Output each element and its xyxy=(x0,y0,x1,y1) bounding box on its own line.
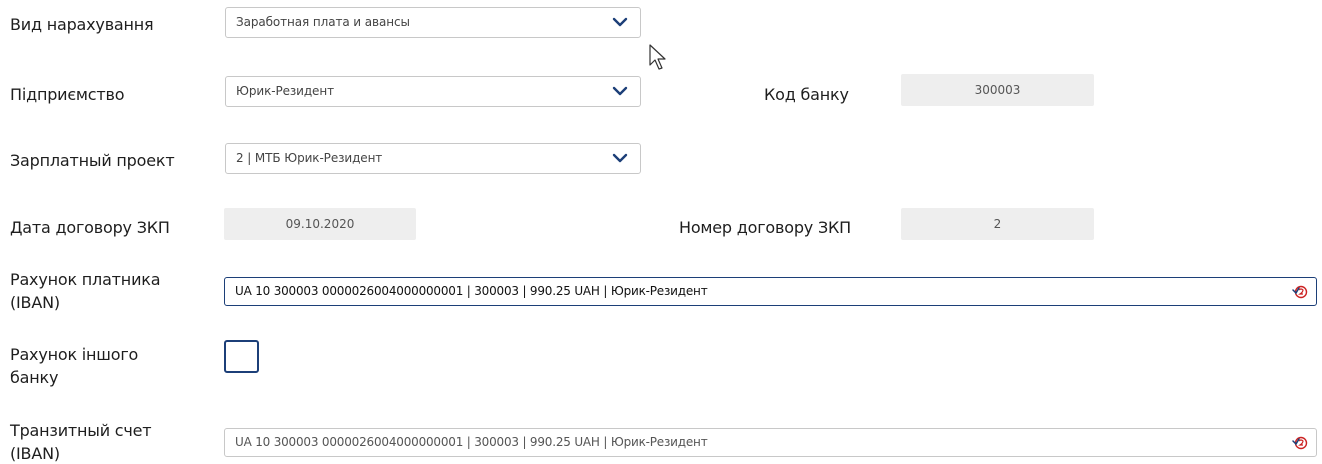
accrual-type-select[interactable]: Заработная плата и авансы xyxy=(225,7,641,38)
payer-account-label: Рахунок платника (IBAN) xyxy=(10,270,161,313)
enterprise-select[interactable]: Юрик-Резидент xyxy=(225,76,641,107)
other-bank-label-line2: банку xyxy=(10,368,59,387)
contract-number-field: 2 xyxy=(901,208,1094,240)
contract-date-field: 09.10.2020 xyxy=(224,208,416,240)
payer-account-label-line1: Рахунок платника xyxy=(10,270,161,289)
payer-account-input[interactable]: UA 10 300003 0000026004000000001 | 30000… xyxy=(224,277,1317,306)
mouse-cursor-icon xyxy=(649,44,666,70)
payer-account-label-line2: (IBAN) xyxy=(10,293,60,312)
transit-account-label-line2: (IBAN) xyxy=(10,444,60,463)
clear-icon[interactable] xyxy=(1292,284,1308,300)
clear-icon[interactable] xyxy=(1292,435,1308,451)
enterprise-label: Підприємство xyxy=(10,85,125,104)
transit-account-value: UA 10 300003 0000026004000000001 | 30000… xyxy=(235,435,708,449)
transit-account-label-line1: Транзитный счет xyxy=(10,421,152,440)
salary-project-value: 2 | МТБ Юрик-Резидент xyxy=(236,151,383,165)
bank-code-label: Код банку xyxy=(764,85,849,104)
enterprise-value: Юрик-Резидент xyxy=(236,84,334,98)
transit-account-label: Транзитный счет (IBAN) xyxy=(10,421,152,464)
chevron-down-icon xyxy=(612,86,628,96)
other-bank-label-line1: Рахунок іншого xyxy=(10,345,139,364)
chevron-down-icon xyxy=(612,153,628,163)
salary-project-select[interactable]: 2 | МТБ Юрик-Резидент xyxy=(225,143,641,174)
chevron-down-icon xyxy=(612,17,628,27)
accrual-type-label: Вид нарахування xyxy=(10,15,154,34)
contract-number-label: Номер договору ЗКП xyxy=(679,218,852,237)
payer-account-value: UA 10 300003 0000026004000000001 | 30000… xyxy=(235,284,708,298)
transit-account-input[interactable]: UA 10 300003 0000026004000000001 | 30000… xyxy=(224,428,1317,457)
contract-date-label: Дата договору ЗКП xyxy=(10,218,170,237)
salary-project-label: Зарплатный проект xyxy=(10,151,175,170)
accrual-type-value: Заработная плата и авансы xyxy=(236,15,410,29)
bank-code-field: 300003 xyxy=(901,74,1094,106)
other-bank-label: Рахунок іншого банку xyxy=(10,345,138,388)
other-bank-checkbox[interactable] xyxy=(224,340,259,373)
